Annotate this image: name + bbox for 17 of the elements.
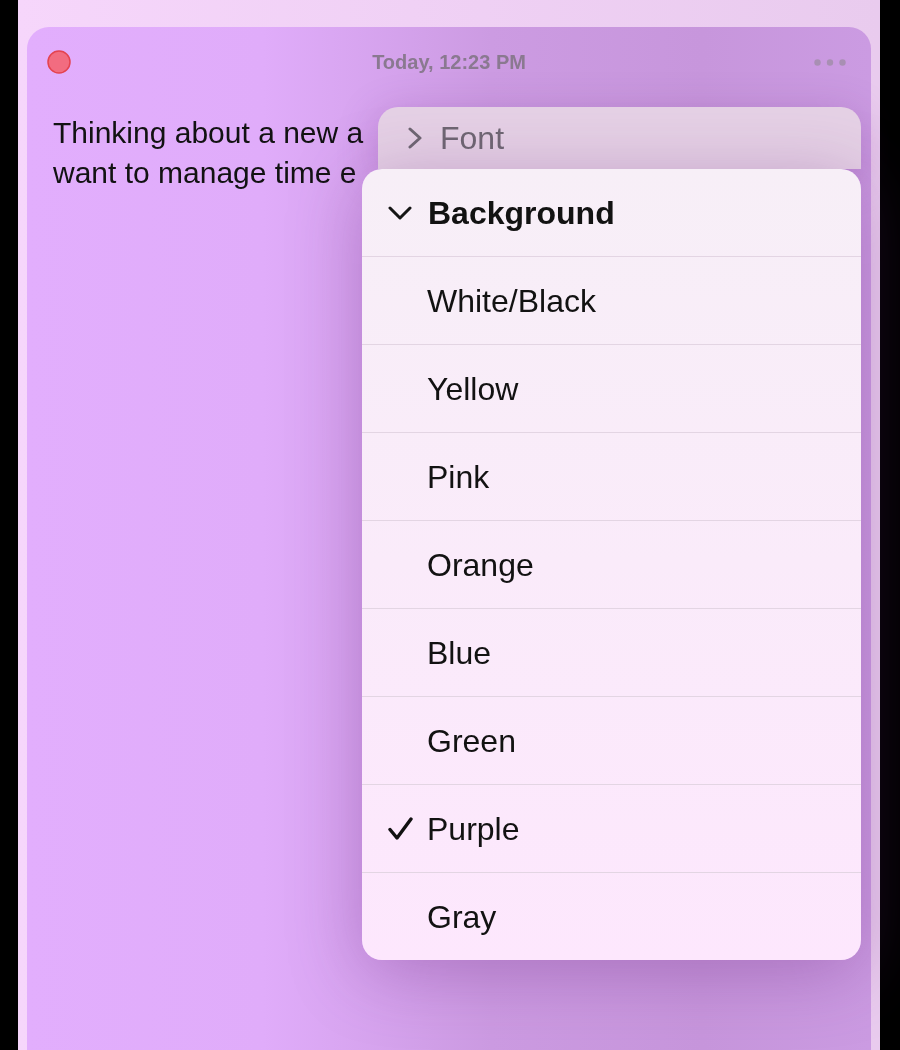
menu-option[interactable]: Gray xyxy=(362,872,861,960)
close-icon[interactable] xyxy=(47,50,71,74)
menu-section-header[interactable]: Font xyxy=(378,107,861,169)
menu-option[interactable]: Yellow xyxy=(362,344,861,432)
menu-option[interactable]: Pink xyxy=(362,432,861,520)
more-icon[interactable] xyxy=(814,58,846,66)
menu-section-header[interactable]: Background xyxy=(362,169,861,256)
menu-option[interactable]: Blue xyxy=(362,608,861,696)
note-text-line: want to manage time e xyxy=(53,155,357,191)
menu-option[interactable]: Purple xyxy=(362,784,861,872)
note-text-line: Thinking about a new a xyxy=(53,115,364,151)
window-title: Today, 12:23 PM xyxy=(372,50,526,74)
menu-option[interactable]: Green xyxy=(362,696,861,784)
chevron-right-icon xyxy=(408,127,422,149)
menu-option[interactable]: White/Black xyxy=(362,256,861,344)
menu-option[interactable]: Orange xyxy=(362,520,861,608)
chevron-down-icon xyxy=(388,205,412,220)
